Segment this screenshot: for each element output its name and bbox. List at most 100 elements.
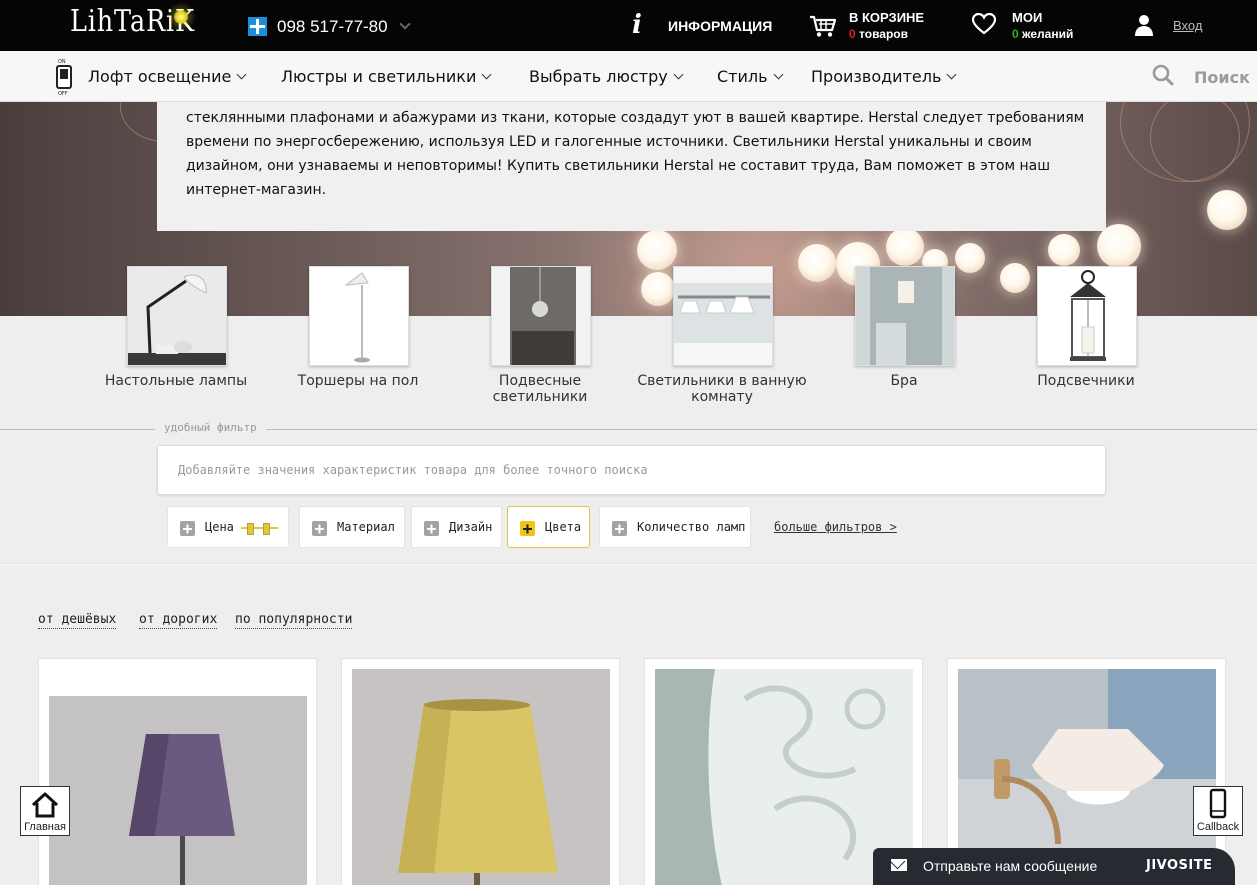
more-filters-link[interactable]: больше фильтров > [774, 520, 897, 534]
category-label[interactable]: Подсвечники [1001, 373, 1171, 389]
chevron-down-icon [946, 69, 957, 80]
wishlist-unit: желаний [1022, 27, 1074, 41]
cart-count: 0 [849, 27, 856, 41]
filter-chip-design[interactable]: Дизайн [411, 506, 502, 548]
kyivstar-icon [248, 17, 267, 36]
filter-chip-lamp-count[interactable]: Количество ламп [599, 506, 751, 548]
category-image[interactable] [673, 266, 773, 366]
callback-button[interactable]: Callback [1193, 786, 1243, 836]
pendant-lamp-icon [492, 267, 590, 365]
decor-bulb [1048, 234, 1080, 266]
chevron-down-icon[interactable] [399, 18, 411, 30]
chevron-down-icon [481, 69, 492, 80]
chevron-down-icon [236, 69, 247, 80]
home-icon [31, 792, 59, 818]
plus-icon [312, 521, 327, 536]
cart-summary[interactable]: 0 товаров [849, 27, 908, 41]
filter-input[interactable] [157, 445, 1106, 495]
filter-chip-material[interactable]: Материал [299, 506, 405, 548]
category-label[interactable]: Подвесные светильники [455, 373, 625, 405]
nav-item-choose[interactable]: Выбрать люстру [529, 67, 684, 86]
decor-bulb [1207, 190, 1247, 230]
info-link[interactable]: ИНФОРМАЦИЯ [668, 18, 772, 34]
lantern-icon [1038, 267, 1136, 365]
floor-lamp-icon [310, 267, 408, 365]
nav-item-label: Стиль [717, 67, 768, 86]
cart-icon[interactable] [809, 14, 837, 38]
svg-text:ON: ON [58, 59, 66, 65]
info-icon[interactable]: i [632, 10, 642, 40]
category-image[interactable] [491, 266, 591, 366]
login-link[interactable]: Вход [1173, 18, 1202, 33]
lightbulb-icon [174, 10, 188, 24]
category-label[interactable]: Светильники в ванную комнату [637, 373, 807, 405]
filter-caption: удобный фильтр [155, 421, 266, 434]
sort-expensive[interactable]: от дорогих [139, 612, 218, 629]
top-bar: LihTaRiK 098 517-77-80 i ИНФОРМАЦИЯ В КО… [0, 0, 1257, 51]
site-logo[interactable]: LihTaRiK [70, 2, 200, 48]
decor-bulb [1000, 263, 1030, 293]
table-lamp-icon [128, 267, 226, 365]
section-divider [0, 563, 1257, 565]
nav-item-label: Выбрать люстру [529, 67, 668, 86]
switch-logo-icon[interactable]: ON OFF [51, 57, 77, 97]
filter-chip-label: Количество ламп [637, 520, 746, 534]
search-button[interactable]: Поиск [1194, 68, 1250, 87]
category-image[interactable] [855, 266, 955, 366]
nav-item-label: Люстры и светильники [281, 67, 477, 86]
category-image[interactable] [127, 266, 227, 366]
plus-icon [424, 521, 439, 536]
chat-prompt: Отправьте нам сообщение [923, 858, 1098, 874]
home-button[interactable]: Главная [20, 786, 70, 836]
range-slider-icon [241, 523, 278, 535]
wishlist-count: 0 [1012, 27, 1019, 41]
nav-item-label: Лофт освещение [88, 67, 232, 86]
search-icon[interactable] [1152, 64, 1174, 86]
sort-popularity[interactable]: по популярности [235, 612, 353, 629]
category-label[interactable]: Настольные лампы [91, 373, 261, 389]
product-card[interactable] [341, 658, 620, 885]
chevron-down-icon [673, 69, 684, 80]
cart-title[interactable]: В КОРЗИНЕ [849, 10, 924, 25]
heart-icon[interactable] [972, 13, 996, 35]
chevron-down-icon [773, 69, 783, 80]
product-card[interactable] [38, 658, 317, 885]
filter-chip-label: Цвета [545, 520, 582, 534]
wishlist-title[interactable]: МОИ [1012, 10, 1042, 25]
filter-chip-price[interactable]: Цена [167, 506, 289, 548]
plus-icon [612, 521, 627, 536]
sort-cheapest[interactable]: от дешёвых [38, 612, 117, 629]
category-image[interactable] [309, 266, 409, 366]
envelope-icon [891, 859, 907, 871]
yellow-lamp-image [352, 669, 610, 885]
decor-wire [1150, 102, 1240, 182]
svg-text:OFF: OFF [58, 91, 68, 97]
decor-bulb [641, 272, 675, 306]
user-icon[interactable] [1134, 14, 1154, 36]
product-image[interactable] [352, 669, 610, 885]
phone-number[interactable]: 098 517-77-80 [277, 17, 388, 37]
decor-bulb [798, 244, 836, 282]
purple-lamp-image [49, 696, 307, 885]
decor-bulb [637, 230, 677, 270]
chat-widget[interactable]: Отправьте нам сообщение JIVOSITE [873, 848, 1235, 885]
category-image[interactable] [1037, 266, 1137, 366]
wishlist-summary[interactable]: 0 желаний [1012, 27, 1073, 41]
filter-chip-colors[interactable]: Цвета [507, 506, 590, 548]
category-label[interactable]: Бра [819, 373, 989, 389]
bathroom-lamp-icon [674, 267, 772, 365]
decor-bulb [955, 243, 985, 273]
chat-brand: JIVOSITE [1146, 858, 1213, 873]
nav-item-style[interactable]: Стиль [717, 67, 783, 86]
nav-item-chandeliers[interactable]: Люстры и светильники [281, 67, 492, 86]
decor-bulb [886, 228, 924, 266]
phone-icon [1209, 788, 1227, 819]
nav-item-manufacturer[interactable]: Производитель [811, 67, 957, 86]
cart-unit: товаров [859, 27, 909, 41]
home-button-label: Главная [24, 821, 66, 833]
plus-icon [520, 521, 535, 536]
category-label[interactable]: Торшеры на пол [273, 373, 443, 389]
product-image[interactable] [49, 696, 307, 885]
hero-description: стеклянными плафонами и абажурами из тка… [186, 110, 1085, 198]
nav-item-loft[interactable]: Лофт освещение [88, 67, 247, 86]
